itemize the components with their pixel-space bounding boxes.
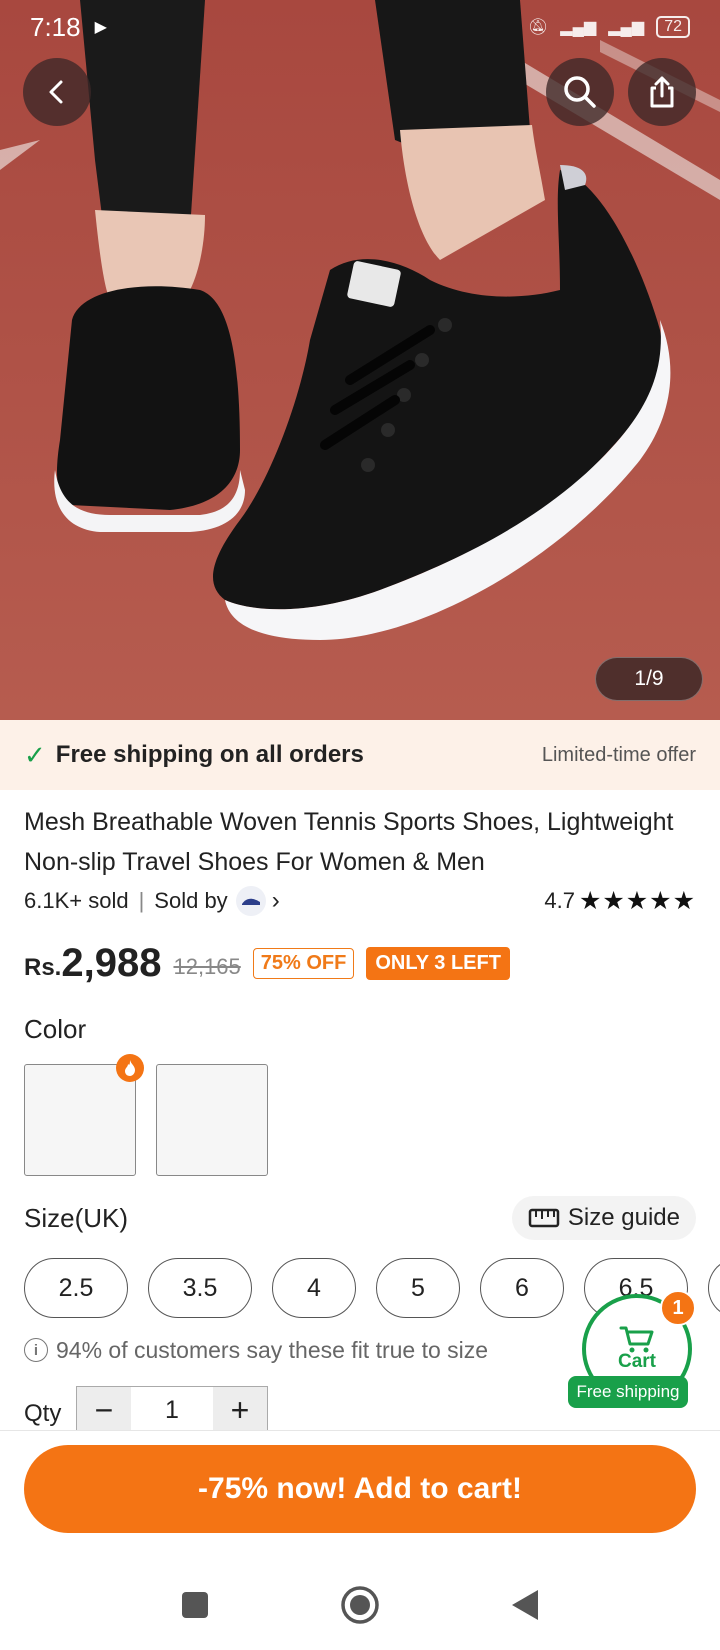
system-nav-bar [0,1560,720,1650]
product-title: Mesh Breathable Woven Tennis Sports Shoe… [24,808,674,876]
fit-note: i 94% of customers say these fit true to… [24,1333,488,1367]
floating-cart-button[interactable]: Cart 1 Free shipping [568,1290,696,1408]
price-row: Rs. 2,988 12,165 75% OFF ONLY 3 LEFT [24,938,510,988]
check-icon: ✓ [24,739,46,770]
recent-apps-icon[interactable] [180,1590,210,1620]
color-swatch[interactable] [156,1064,268,1176]
stock-badge: ONLY 3 LEFT [366,946,510,980]
star-rating-icon: ★★★★★ [578,887,696,915]
fit-note-text: 94% of customers say these fit true to s… [56,1336,489,1363]
separator: | [138,888,145,913]
size-option[interactable]: 6 [480,1258,564,1318]
color-label: Color [24,1014,87,1044]
sold-by-label[interactable]: Sold by [154,888,227,914]
share-button[interactable] [628,58,696,126]
quantity-stepper: − 1 + [76,1386,268,1434]
status-time: 7:18 [30,11,81,42]
image-counter: 1/9 [595,657,703,701]
battery-icon: 72 [656,16,690,38]
sneaker-photo [0,0,720,720]
cart-count-badge: 1 [660,1290,696,1326]
search-icon [564,76,596,108]
price-amount: 2,988 [61,940,162,985]
media-playing-icon: ▶ [94,19,107,36]
fire-icon [116,1054,144,1082]
size-guide-button[interactable]: Size guide [511,1196,696,1240]
home-icon[interactable] [340,1585,380,1625]
cart-free-shipping: Free shipping [568,1376,688,1408]
price-currency: Rs. [24,954,62,981]
mute-icon: 🔕︎ [527,19,549,36]
chevron-right-icon[interactable]: › [272,887,280,915]
size-guide-label: Size guide [567,1204,680,1231]
share-icon [650,76,674,108]
search-button[interactable] [546,58,614,126]
color-swatch[interactable] [24,1064,136,1176]
rating[interactable]: 4.7 ★★★★★ [544,886,696,916]
signal-icon-2: ▂▄▆ [608,19,645,36]
size-option-partial[interactable] [708,1258,720,1318]
product-image[interactable] [0,0,720,720]
back-button[interactable] [23,58,91,126]
qty-label: Qty [24,1400,62,1427]
discount-badge: 75% OFF [252,947,355,979]
back-nav-icon[interactable] [510,1588,540,1622]
qty-value[interactable]: 1 [131,1387,213,1434]
status-bar: 7:18 ▶ 🔕︎ ▂▄▆ ▂▄▆ 72 [0,0,720,54]
size-option[interactable]: 5 [376,1258,460,1318]
sold-count: 6.1K+ sold [24,888,129,913]
size-option[interactable]: 2.5 [24,1258,128,1318]
qty-plus-button[interactable]: + [213,1387,267,1434]
status-icons: 🔕︎ ▂▄▆ ▂▄▆ 72 [528,16,690,38]
cart-label: Cart [617,1351,656,1372]
ruler-icon [528,1208,560,1228]
shipping-text: Free shipping on all orders [55,741,364,768]
chevron-left-icon [49,80,63,104]
original-price: 12,165 [173,954,241,979]
product-meta: 6.1K+ sold | Sold by › 4.7 ★★★★★ [24,884,696,918]
signal-icon: ▂▄▆ [560,19,597,36]
size-option[interactable]: 3.5 [148,1258,252,1318]
rating-value: 4.7 [544,888,575,913]
info-icon: i [24,1338,48,1362]
offer-text: Limited-time offer [541,743,696,766]
size-option[interactable]: 4 [272,1258,356,1318]
shipping-banner[interactable]: ✓ Free shipping on all orders Limited-ti… [0,720,720,790]
size-label: Size(UK) [24,1203,129,1233]
seller-logo-icon[interactable] [235,886,266,916]
qty-minus-button[interactable]: − [77,1387,131,1434]
add-to-cart-button[interactable]: -75% now! Add to cart! [24,1445,696,1533]
